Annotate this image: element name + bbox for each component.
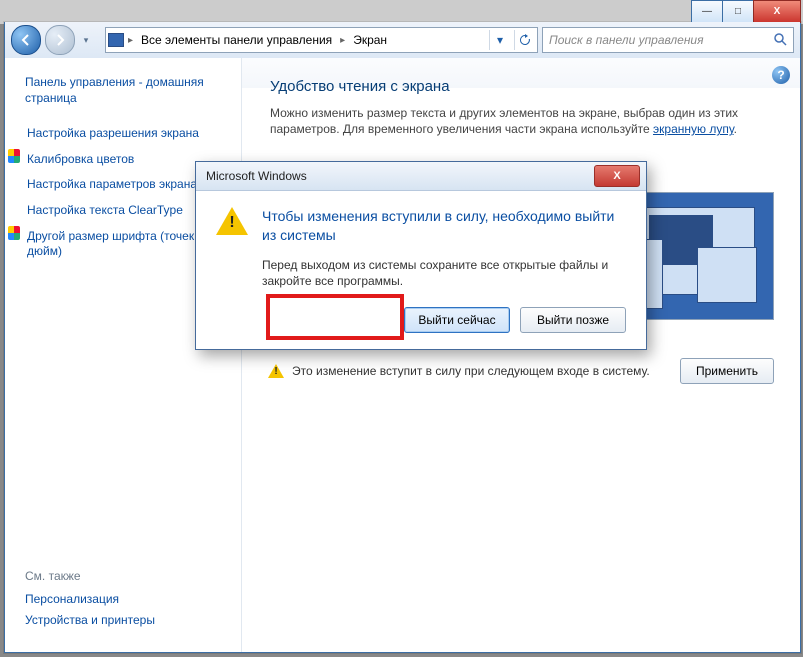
address-dropdown-button[interactable]: ▾ [489,30,510,50]
search-box[interactable]: Поиск в панели управления [542,27,794,53]
apply-button[interactable]: Применить [680,358,774,384]
sidebar-link[interactable]: Настройка параметров экрана [27,174,197,196]
warning-icon [268,363,284,379]
arrow-right-icon [54,34,66,46]
window-maximize-button[interactable]: □ [722,0,754,23]
maximize-glyph: □ [735,7,741,17]
refresh-icon [519,34,531,46]
page-description: Можно изменить размер текста и других эл… [270,105,772,137]
nav-back-button[interactable] [11,25,41,55]
dialog-titlebar: Microsoft Windows X [196,162,646,191]
sidebar: Панель управления - домашняя страница На… [5,58,241,652]
dialog-close-button[interactable]: X [594,165,640,187]
logoff-now-button[interactable]: Выйти сейчас [404,307,510,333]
search-placeholder: Поиск в панели управления [549,33,773,47]
apply-label: Применить [696,364,758,378]
background-strip [0,0,803,24]
logoff-later-label: Выйти позже [537,313,609,327]
breadcrumb-chevron-icon: ▸ [128,35,133,46]
close-glyph: X [774,7,781,17]
logoff-later-button[interactable]: Выйти позже [520,307,626,333]
dialog-heading: Чтобы изменения вступили в силу, необход… [262,207,626,245]
shield-icon [7,149,21,163]
location-monitor-icon [108,32,124,48]
sidebar-link[interactable]: Настройка разрешения экрана [27,123,199,145]
logoff-dialog: Microsoft Windows X Чтобы изменения всту… [195,161,647,350]
sidebar-link[interactable]: Калибровка цветов [27,149,134,171]
see-also-personalization[interactable]: Персонализация [25,589,235,611]
window-titlebar-buttons: — □ X [692,0,801,22]
arrow-left-icon [20,34,32,46]
sidebar-home-link[interactable]: Панель управления - домашняя страница [25,72,235,109]
toolbar: ▾ ▸ Все элементы панели управления ▸ Экр… [5,22,800,59]
window-body: Панель управления - домашняя страница На… [5,58,800,652]
dialog-title-text: Microsoft Windows [206,169,307,183]
desc-tail: . [734,122,737,136]
address-bar[interactable]: ▸ Все элементы панели управления ▸ Экран… [105,27,538,53]
breadcrumb-segment-1[interactable]: Все элементы панели управления [137,33,336,47]
nav-history-dropdown[interactable]: ▾ [79,26,93,54]
help-icon[interactable]: ? [772,66,790,84]
breadcrumb-segment-2[interactable]: Экран [349,33,391,47]
refresh-button[interactable] [514,30,535,50]
shield-icon [7,226,21,240]
logoff-now-label: Выйти сейчас [418,313,495,327]
window-minimize-button[interactable]: — [691,0,723,23]
nav-forward-button[interactable] [45,25,75,55]
sidebar-link[interactable]: Настройка текста ClearType [27,200,183,222]
restart-notice: Это изменение вступит в силу при следующ… [268,363,650,379]
breadcrumb-chevron-icon: ▸ [340,35,345,46]
notice-text: Это изменение вступит в силу при следующ… [292,364,650,378]
sidebar-item-resolution[interactable]: Настройка разрешения экрана [7,121,235,147]
main-panel: ? Удобство чтения с экрана Можно изменит… [241,58,800,652]
search-icon [773,32,787,49]
see-also-heading: См. также [25,563,235,589]
see-also-devices[interactable]: Устройства и принтеры [25,610,235,632]
magnifier-link[interactable]: экранную лупу [653,122,734,136]
dialog-body-text: Перед выходом из системы сохраните все о… [262,257,626,289]
page-heading: Удобство чтения с экрана [270,78,772,95]
warning-icon [216,207,248,239]
window-close-button[interactable]: X [753,0,801,23]
minimize-glyph: — [702,7,712,17]
